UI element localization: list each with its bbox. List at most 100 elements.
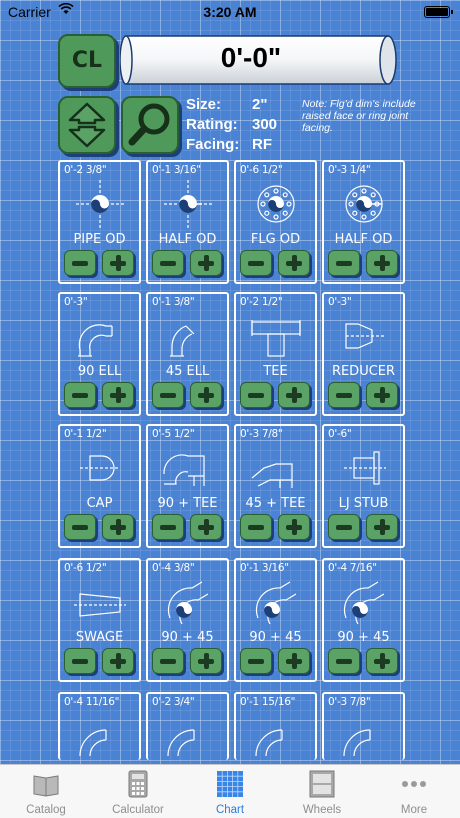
tab-bar: Catalog Calculator Chart Wheels More — [0, 764, 460, 818]
elbow-90-icon — [78, 324, 113, 357]
magnifier-icon — [128, 103, 170, 146]
half-od-icon — [164, 180, 212, 228]
subtract-button[interactable] — [328, 382, 360, 408]
elbow-icon — [255, 729, 283, 757]
fitting-card[interactable]: 0'-3" 90 ELL — [58, 292, 141, 416]
subtract-button[interactable] — [328, 514, 360, 540]
subtract-button[interactable] — [64, 514, 96, 540]
fitting-card[interactable]: 0'-2 3/4" — [146, 692, 229, 760]
fitting-card[interactable]: 0'-1 3/16" 90 + 45 — [234, 558, 317, 682]
fitting-dimension: 0'-1 3/8" — [152, 296, 195, 308]
add-button[interactable] — [278, 250, 310, 276]
fitting-dimension: 0'-1 3/16" — [240, 562, 289, 574]
wheels-icon — [309, 770, 335, 798]
fitting-dimension: 0'-4 11/16" — [64, 696, 120, 708]
fitting-name: 90 ELL — [77, 364, 122, 379]
fitting-name: TEE — [263, 364, 288, 379]
fitting-name: FLG OD — [250, 232, 301, 247]
fitting-card[interactable]: 0'-4 11/16" — [58, 692, 141, 760]
add-button[interactable] — [102, 514, 134, 540]
add-button[interactable] — [102, 648, 134, 674]
fitting-name: PIPE OD — [73, 232, 126, 247]
fitting-card[interactable]: 0'-1 3/8" 45 ELL — [146, 292, 229, 416]
elbow-icon — [79, 729, 107, 757]
add-button[interactable] — [190, 250, 222, 276]
tab-catalog-label: Catalog — [26, 804, 66, 816]
pipe-od-icon — [76, 180, 124, 228]
add-button[interactable] — [366, 250, 398, 276]
fitting-dimension: 0'-1 1/2" — [64, 428, 107, 440]
grid-chart-icon — [217, 771, 243, 797]
subtract-button[interactable] — [152, 514, 184, 540]
search-button[interactable] — [121, 96, 179, 154]
size-updown-button[interactable] — [58, 96, 116, 154]
add-button[interactable] — [278, 514, 310, 540]
fitting-name: CAP — [86, 496, 113, 511]
tab-more-label: More — [400, 804, 428, 816]
fitting-name: 90 + 45 — [249, 630, 302, 645]
fitting-name: HALF OD — [334, 232, 393, 247]
elbow-icon — [343, 729, 371, 757]
tab-wheels[interactable]: Wheels — [276, 765, 368, 818]
add-button[interactable] — [190, 382, 222, 408]
subtract-button[interactable] — [152, 648, 184, 674]
flange-od-icon — [257, 185, 295, 223]
fitting-card[interactable]: 0'-6 1/2" FLG OD — [234, 160, 317, 284]
fitting-dimension: 0'-1 3/16" — [152, 164, 201, 176]
subtract-button[interactable] — [240, 382, 272, 408]
add-button[interactable] — [102, 382, 134, 408]
fitting-name: SWAGE — [75, 630, 124, 645]
elbow-45-tee-icon — [251, 463, 293, 488]
tab-chart[interactable]: Chart — [184, 765, 276, 818]
fitting-card[interactable]: 0'-1 3/16" HALF OD — [146, 160, 229, 284]
fitting-name: LJ STUB — [338, 496, 389, 511]
add-button[interactable] — [102, 250, 134, 276]
fitting-card[interactable]: 0'-2 1/2" TEE — [234, 292, 317, 416]
fitting-card[interactable]: 0'-4 7/16" 90 + 45 — [322, 558, 405, 682]
subtract-button[interactable] — [240, 514, 272, 540]
subtract-button[interactable] — [240, 648, 272, 674]
subtract-button[interactable] — [152, 250, 184, 276]
fitting-dimension: 0'-3 1/4" — [328, 164, 371, 176]
add-button[interactable] — [278, 382, 310, 408]
fitting-card[interactable]: 0'-6 1/2" SWAGE — [58, 558, 141, 682]
subtract-button[interactable] — [64, 648, 96, 674]
fitting-card[interactable]: 0'-4 3/8" 90 + 45 — [146, 558, 229, 682]
fitting-name: REDUCER — [331, 364, 396, 379]
fitting-card[interactable]: 0'-2 3/8" PIPE OD — [58, 160, 141, 284]
subtract-button[interactable] — [240, 250, 272, 276]
centerline-button[interactable]: CL — [58, 34, 116, 88]
fitting-card[interactable]: 0'-1 1/2" CAP — [58, 424, 141, 548]
add-button[interactable] — [366, 648, 398, 674]
add-button[interactable] — [190, 514, 222, 540]
add-button[interactable] — [278, 648, 310, 674]
subtract-button[interactable] — [328, 648, 360, 674]
add-button[interactable] — [366, 382, 398, 408]
fitting-dimension: 0'-2 3/8" — [64, 164, 107, 176]
fitting-name: 90 + 45 — [337, 630, 390, 645]
cap-icon — [80, 455, 120, 481]
fitting-card[interactable]: 0'-3" REDUCER — [322, 292, 405, 416]
pipe-display: 0'-0" — [120, 32, 402, 88]
subtract-button[interactable] — [328, 250, 360, 276]
tab-catalog[interactable]: Catalog — [0, 765, 92, 818]
add-button[interactable] — [190, 648, 222, 674]
fitting-dimension: 0'-6 1/2" — [240, 164, 283, 176]
add-button[interactable] — [366, 514, 398, 540]
fitting-dimension: 0'-3" — [64, 296, 88, 308]
battery-icon — [424, 6, 453, 18]
reducer-icon — [345, 323, 384, 349]
fitting-card[interactable]: 0'-5 1/2" 90 + TEE — [146, 424, 229, 548]
tab-calculator[interactable]: Calculator — [92, 765, 184, 818]
fitting-card[interactable]: 0'-1 15/16" — [234, 692, 317, 760]
tab-more[interactable]: More — [368, 765, 460, 818]
subtract-button[interactable] — [64, 382, 96, 408]
status-time: 3:20 AM — [203, 4, 257, 20]
fitting-card[interactable]: 0'-3 7/8" 45 + TEE — [234, 424, 317, 548]
subtract-button[interactable] — [152, 382, 184, 408]
fitting-card[interactable]: 0'-3 7/8" — [322, 692, 405, 760]
subtract-button[interactable] — [64, 250, 96, 276]
fitting-dimension: 0'-1 15/16" — [240, 696, 296, 708]
fitting-card[interactable]: 0'-6" LJ STUB — [322, 424, 405, 548]
fitting-card[interactable]: 0'-3 1/4" HALF OD — [322, 160, 405, 284]
